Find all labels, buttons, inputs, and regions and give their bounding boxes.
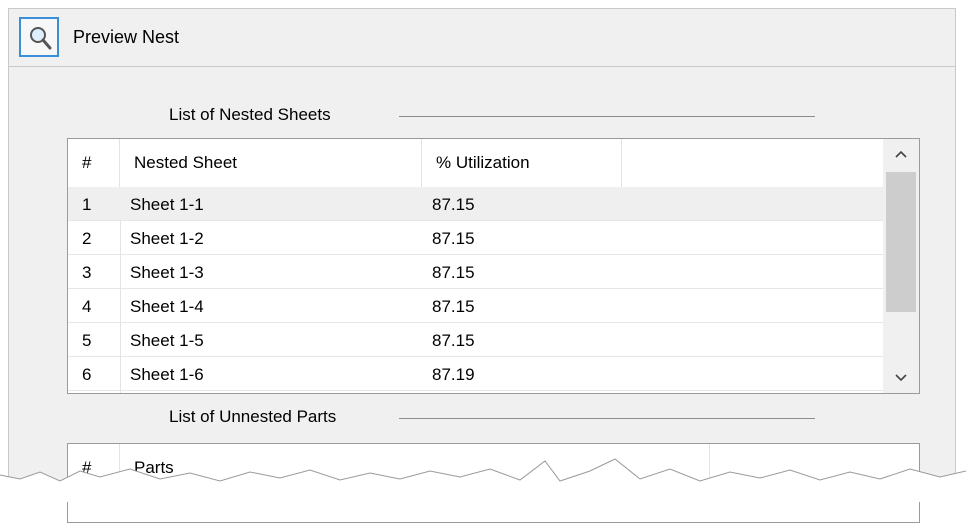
nested-sheets-table[interactable]: # Nested Sheet % Utilization 1 Sheet 1-1… [67, 138, 920, 394]
row-sheet-name: Sheet 1-5 [130, 331, 204, 350]
row-utilization: 87.15 [432, 297, 475, 316]
chevron-down-icon [895, 374, 907, 382]
preview-button[interactable] [19, 17, 59, 57]
row-sheet-name: Sheet 1-6 [130, 365, 204, 384]
unnested-section-label: List of Unnested Parts [165, 407, 341, 427]
column-header-number[interactable]: # [68, 139, 120, 187]
chevron-up-icon [895, 150, 907, 158]
scroll-up-arrow[interactable] [883, 139, 919, 169]
row-sheet-name: Sheet 1-2 [130, 229, 204, 248]
row-utilization: 87.15 [432, 331, 475, 350]
scroll-down-arrow[interactable] [883, 363, 919, 393]
nested-section-label: List of Nested Sheets [165, 105, 335, 125]
panel-header: Preview Nest [9, 9, 955, 67]
row-number: 1 [82, 195, 92, 214]
row-sheet-name: Sheet 1-1 [130, 195, 204, 214]
row-number: 6 [82, 365, 92, 384]
table-row[interactable]: 2 Sheet 1-2 87.15 [68, 221, 883, 255]
table-row[interactable]: 4 Sheet 1-4 87.15 [68, 289, 883, 323]
preview-nest-panel: Preview Nest List of Nested Sheets # Nes… [8, 8, 956, 523]
row-number: 2 [82, 229, 92, 248]
row-utilization: 87.15 [432, 229, 475, 248]
vertical-scrollbar[interactable] [883, 139, 919, 393]
panel-title: Preview Nest [73, 27, 180, 47]
row-utilization: 87.15 [432, 263, 475, 282]
nested-section-divider [399, 116, 815, 117]
magnifier-icon [30, 27, 52, 50]
row-number: 5 [82, 331, 92, 350]
table-row[interactable]: 5 Sheet 1-5 87.15 [68, 323, 883, 357]
table-row[interactable]: 3 Sheet 1-3 87.15 [68, 255, 883, 289]
unnested-section-divider [399, 418, 815, 419]
scrollbar-thumb[interactable] [886, 172, 916, 312]
column-header-utilization[interactable]: % Utilization [422, 139, 622, 187]
row-utilization: 87.15 [432, 195, 475, 214]
row-sheet-name: Sheet 1-3 [130, 263, 204, 282]
table-row[interactable]: 1 Sheet 1-1 87.15 [68, 187, 883, 221]
column-header-nested-sheet[interactable]: Nested Sheet [120, 139, 422, 187]
torn-edge-decoration [0, 458, 966, 502]
row-sheet-name: Sheet 1-4 [130, 297, 204, 316]
row-number: 3 [82, 263, 92, 282]
table-row[interactable]: 6 Sheet 1-6 87.19 [68, 357, 883, 391]
row-utilization: 87.19 [432, 365, 475, 384]
row-number: 4 [82, 297, 92, 316]
